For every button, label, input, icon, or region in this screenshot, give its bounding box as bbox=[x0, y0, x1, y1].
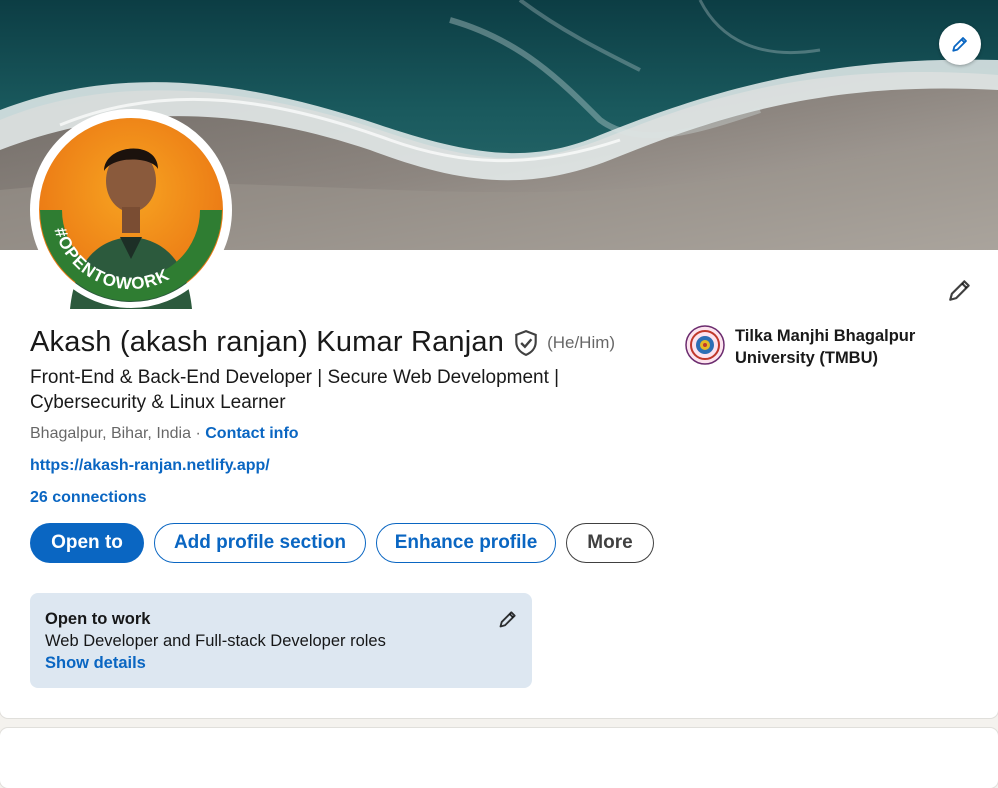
show-details-link[interactable]: Show details bbox=[45, 652, 517, 674]
pencil-icon bbox=[952, 37, 967, 52]
profile-name: Akash (akash ranjan) Kumar Ranjan bbox=[30, 326, 505, 358]
location-text: Bhagalpur, Bihar, India bbox=[30, 425, 192, 442]
name-row: Akash (akash ranjan) Kumar Ranjan (He/Hi… bbox=[30, 326, 615, 359]
open-to-work-title: Open to work bbox=[45, 610, 151, 628]
contact-info-link[interactable]: Contact info bbox=[205, 425, 298, 442]
pencil-icon bbox=[949, 280, 970, 301]
location-separator: · bbox=[191, 425, 206, 442]
enhance-profile-button[interactable]: Enhance profile bbox=[376, 523, 556, 563]
edit-banner-button[interactable] bbox=[939, 23, 981, 65]
education-link[interactable]: Tilka Manjhi Bhagalpur University (TMBU) bbox=[685, 325, 965, 369]
university-name: Tilka Manjhi Bhagalpur University (TMBU) bbox=[735, 327, 916, 367]
open-to-work-card: Open to work Web Developer and Full-stac… bbox=[30, 593, 532, 688]
profile-headline: Front-End & Back-End Developer | Secure … bbox=[30, 367, 560, 413]
website-link[interactable]: https://akash-ranjan.netlify.app/ bbox=[30, 457, 270, 474]
location-row: Bhagalpur, Bihar, India · Contact info bbox=[30, 425, 299, 443]
open-to-button[interactable]: Open to bbox=[30, 523, 144, 563]
edit-intro-button[interactable] bbox=[938, 270, 982, 310]
shield-check-icon[interactable] bbox=[513, 329, 539, 357]
pencil-icon[interactable] bbox=[498, 609, 518, 629]
pronouns: (He/Him) bbox=[547, 332, 616, 352]
next-section-card bbox=[0, 728, 998, 788]
university-logo-icon bbox=[685, 325, 725, 365]
profile-card: #OPENTOWORK Akash (akash ranjan) Kumar R… bbox=[0, 0, 998, 718]
open-to-work-roles: Web Developer and Full-stack Developer r… bbox=[45, 632, 386, 650]
profile-actions: Open to Add profile section Enhance prof… bbox=[30, 523, 654, 563]
profile-photo[interactable]: #OPENTOWORK bbox=[30, 109, 232, 311]
more-button[interactable]: More bbox=[566, 523, 654, 563]
connections-link[interactable]: 26 connections bbox=[30, 489, 146, 506]
add-profile-section-button[interactable]: Add profile section bbox=[154, 523, 366, 563]
